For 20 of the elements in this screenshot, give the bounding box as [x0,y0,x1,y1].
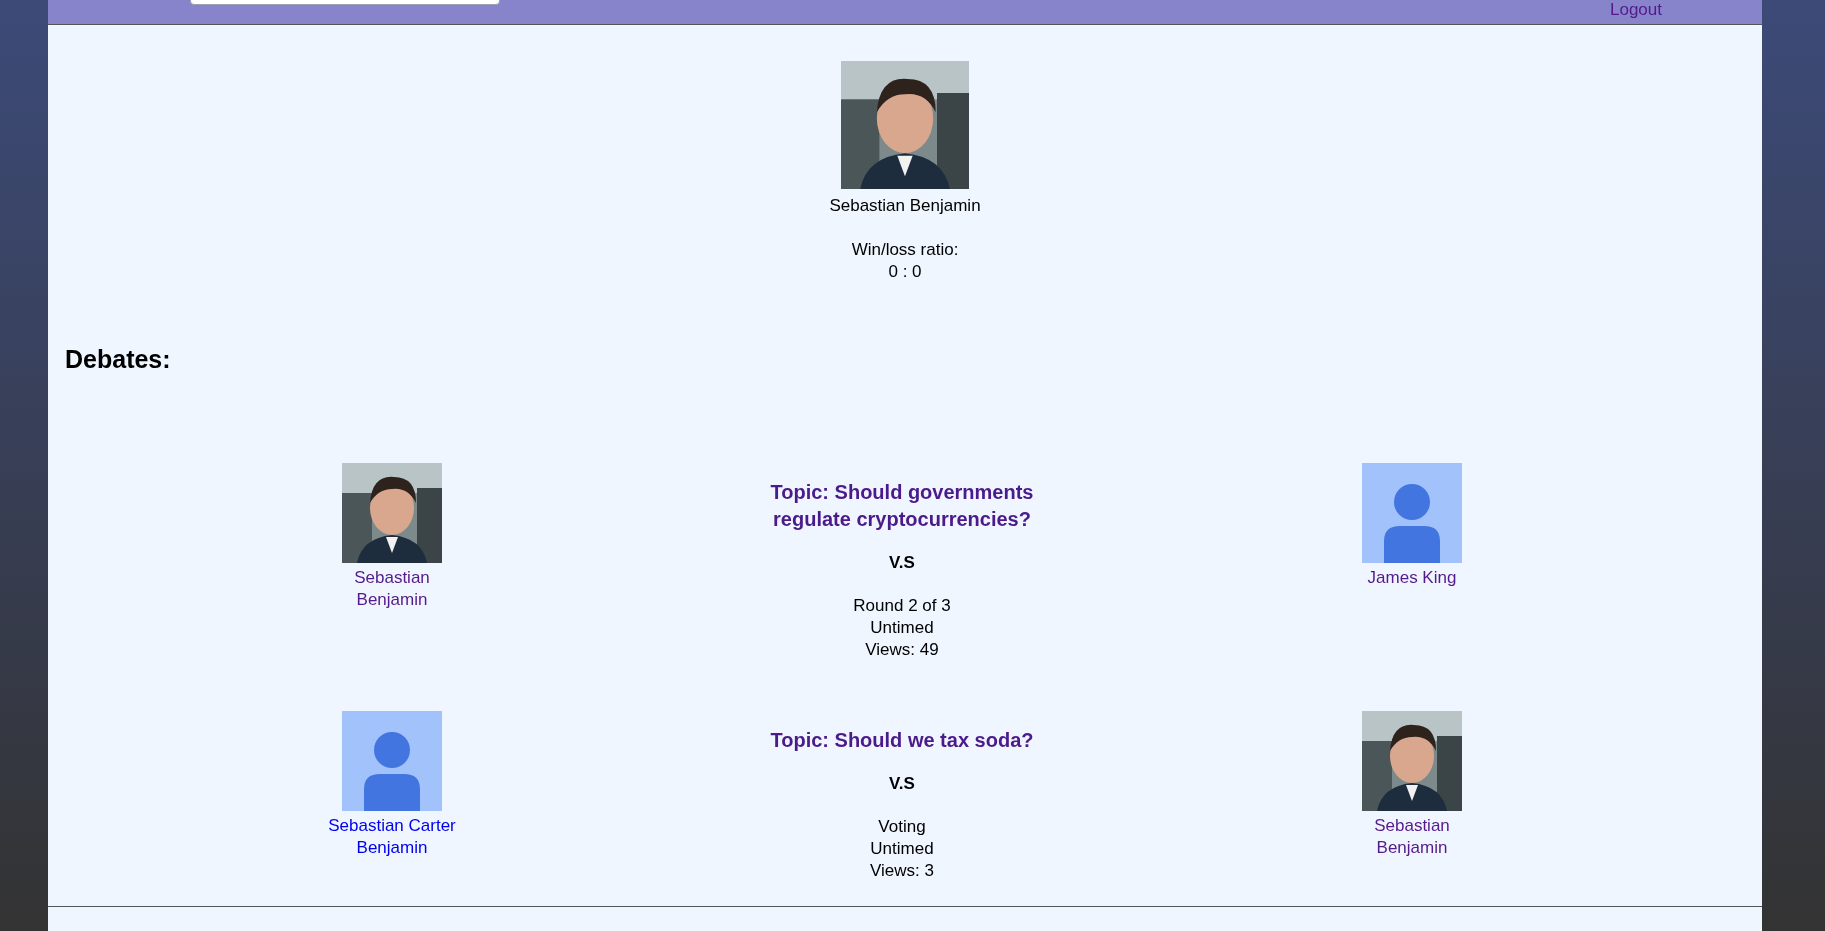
debate-status: Untimed [870,837,934,860]
debate-status: Voting [878,815,926,838]
ratio-value: 0 : 0 [888,261,922,283]
debate-topic[interactable]: Topic: Should governments regulate cryptocurrencies? [752,478,1052,533]
debater-link[interactable]: Sebastian Benjamin [1342,814,1482,859]
debater-link[interactable]: James King [1367,566,1457,589]
debater-link[interactable]: Sebastian Carter Benjamin [322,814,462,859]
ratio-label: Win/loss ratio: [851,239,959,261]
debate-status: Views: 49 [865,638,939,661]
debater-link[interactable]: Sebastian Benjamin [322,566,462,611]
versus-label: V.S [889,772,915,795]
debate-status: Views: 3 [870,859,934,882]
versus-label: V.S [889,551,915,574]
profile-name: Sebastian Benjamin [829,195,981,217]
debates-heading: Debates: [65,344,172,375]
debate-status: Round 2 of 3 [853,594,951,617]
debate-topic[interactable]: Topic: Should we tax soda? [770,726,1034,754]
debate-status: Untimed [870,616,934,639]
default-avatar-icon [342,710,442,811]
default-avatar-icon [1362,462,1462,563]
